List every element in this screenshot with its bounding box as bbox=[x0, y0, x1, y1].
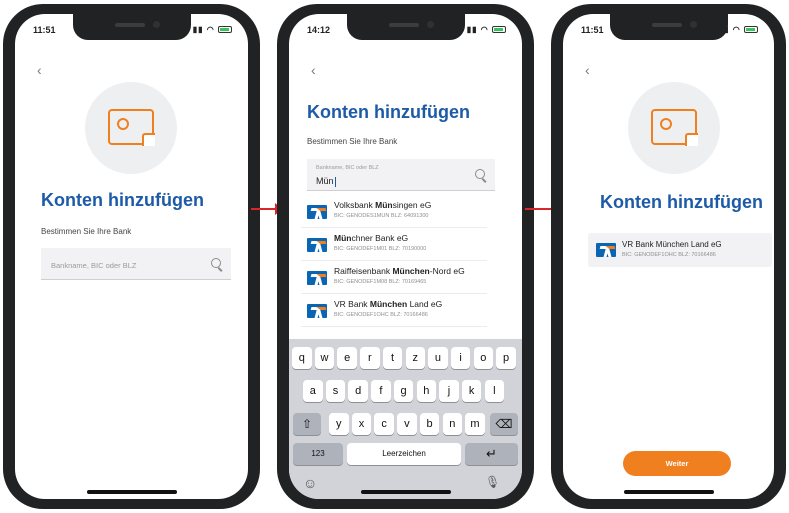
phone-frame-1: 11:51 ▮▮ ◠ ‹ Konten hinzufügen Bestimmen… bbox=[3, 4, 260, 509]
emoji-icon[interactable]: ☺ bbox=[303, 475, 317, 491]
key-k[interactable]: k bbox=[461, 380, 482, 402]
key-r[interactable]: r bbox=[360, 347, 380, 369]
phone-frame-3: 11:51 ▮▮ ◠ ‹ Konten hinzufügen VR Bank M… bbox=[551, 4, 786, 509]
card-icon-circle bbox=[85, 82, 177, 174]
home-indicator[interactable] bbox=[86, 490, 177, 494]
bank-name: VR Bank München Land eG bbox=[334, 299, 443, 309]
space-key[interactable]: Leerzeichen bbox=[347, 443, 461, 465]
key-p[interactable]: p bbox=[496, 347, 516, 369]
bank-name: Münchner Bank eG bbox=[334, 233, 409, 243]
bank-result-item[interactable]: VR Bank München Land eG BIC: GENODEF1OHC… bbox=[301, 295, 487, 327]
bank-result-item[interactable]: Münchner Bank eG BIC: GENODEF1M01 BLZ: 7… bbox=[301, 229, 487, 261]
screen-1: 11:51 ▮▮ ◠ ‹ Konten hinzufügen Bestimmen… bbox=[15, 14, 248, 499]
home-indicator[interactable] bbox=[360, 490, 451, 494]
search-icon[interactable] bbox=[211, 258, 221, 268]
shift-key[interactable]: ⇧ bbox=[293, 413, 321, 435]
page-subtitle: Bestimmen Sie Ihre Bank bbox=[307, 137, 398, 146]
card-icon-circle bbox=[628, 82, 720, 174]
search-input[interactable]: Bankname, BIC oder BLZ bbox=[41, 248, 231, 280]
microphone-icon[interactable]: 🎙 bbox=[485, 475, 500, 489]
status-time: 11:51 bbox=[581, 25, 604, 35]
search-placeholder: Bankname, BIC oder BLZ bbox=[51, 261, 137, 270]
key-h[interactable]: h bbox=[416, 380, 436, 402]
card-icon bbox=[651, 109, 698, 146]
back-button[interactable]: ‹ bbox=[37, 62, 42, 78]
key-n[interactable]: n bbox=[442, 413, 462, 435]
phone-frame-2: 14:12 ▮▮ ◠ ‹ Konten hinzufügen Bestimmen… bbox=[277, 4, 534, 509]
key-c[interactable]: c bbox=[374, 413, 394, 435]
bank-logo-icon bbox=[307, 205, 327, 219]
key-l[interactable]: l bbox=[484, 380, 505, 402]
selected-bank-card[interactable]: VR Bank München Land eG BIC: GENODEF1OHC… bbox=[588, 233, 772, 267]
battery-icon bbox=[218, 26, 232, 34]
notch bbox=[609, 14, 728, 40]
status-time: 11:51 bbox=[33, 25, 56, 35]
bank-logo-icon bbox=[596, 243, 616, 257]
bank-meta: BIC: GENODEF1M01 BLZ: 70190000 bbox=[334, 246, 427, 252]
page-title: Konten hinzufügen bbox=[600, 192, 763, 212]
bank-result-item[interactable]: Volksbank Münsingen eG BIC: GENODES1MUN … bbox=[301, 196, 487, 228]
screen-3: 11:51 ▮▮ ◠ ‹ Konten hinzufügen VR Bank M… bbox=[563, 14, 774, 499]
battery-icon bbox=[492, 26, 506, 34]
key-o[interactable]: o bbox=[473, 347, 494, 369]
key-x[interactable]: x bbox=[351, 413, 372, 435]
status-icons: ▮▮ ◠ bbox=[467, 25, 506, 34]
key-g[interactable]: g bbox=[393, 380, 414, 402]
key-v[interactable]: v bbox=[397, 413, 417, 435]
search-value: Mün bbox=[316, 176, 336, 187]
selected-bank-name: VR Bank München Land eG bbox=[622, 240, 722, 249]
status-icons: ▮▮ ◠ bbox=[193, 25, 232, 34]
key-u[interactable]: u bbox=[428, 347, 448, 369]
bank-meta: BIC: GENODEF1M08 BLZ: 70169465 bbox=[334, 279, 427, 285]
bank-logo-icon bbox=[307, 271, 327, 285]
page-title: Konten hinzufügen bbox=[41, 190, 204, 210]
key-i[interactable]: i bbox=[450, 347, 471, 369]
key-t[interactable]: t bbox=[382, 347, 403, 369]
search-input[interactable]: Bankname, BIC oder BLZ Mün bbox=[307, 159, 495, 191]
key-m[interactable]: m bbox=[465, 413, 485, 435]
home-indicator[interactable] bbox=[623, 490, 714, 494]
page-subtitle: Bestimmen Sie Ihre Bank bbox=[41, 227, 132, 236]
key-z[interactable]: z bbox=[405, 347, 425, 369]
key-w[interactable]: w bbox=[314, 347, 335, 369]
weiter-button[interactable]: Weiter bbox=[623, 451, 731, 476]
search-icon[interactable] bbox=[475, 169, 485, 179]
notch bbox=[346, 14, 465, 40]
battery-icon bbox=[744, 26, 758, 34]
bank-name: Volksbank Münsingen eG bbox=[334, 200, 432, 210]
bank-meta: BIC: GENODEF1OHC BLZ: 70166486 bbox=[334, 312, 428, 318]
notch bbox=[72, 14, 191, 40]
key-s[interactable]: s bbox=[325, 380, 346, 402]
bank-name: Raiffeisenbank München-Nord eG bbox=[334, 266, 465, 276]
return-key[interactable]: ↵ bbox=[465, 443, 518, 465]
key-j[interactable]: j bbox=[439, 380, 459, 402]
key-d[interactable]: d bbox=[348, 380, 368, 402]
key-y[interactable]: y bbox=[329, 413, 349, 435]
key-e[interactable]: e bbox=[337, 347, 357, 369]
screen-2: 14:12 ▮▮ ◠ ‹ Konten hinzufügen Bestimmen… bbox=[289, 14, 522, 499]
key-a[interactable]: a bbox=[303, 380, 323, 402]
bank-logo-icon bbox=[307, 238, 327, 252]
page-title: Konten hinzufügen bbox=[307, 102, 470, 122]
bank-meta: BIC: GENODES1MUN BLZ: 64091300 bbox=[334, 213, 429, 219]
numbers-key[interactable]: 123 bbox=[293, 443, 343, 465]
key-f[interactable]: f bbox=[371, 380, 391, 402]
key-b[interactable]: b bbox=[419, 413, 440, 435]
back-button[interactable]: ‹ bbox=[585, 62, 590, 78]
onscreen-keyboard: qwertzuiop asdfghjkl yxcvbnm ⇧ ⌫ 123 Lee… bbox=[289, 339, 522, 499]
card-icon bbox=[108, 109, 155, 146]
key-q[interactable]: q bbox=[292, 347, 312, 369]
back-button[interactable]: ‹ bbox=[311, 62, 316, 78]
selected-bank-meta: BIC: GENODEF1OHC BLZ: 70166486 bbox=[622, 252, 716, 258]
search-label: Bankname, BIC oder BLZ bbox=[316, 165, 379, 171]
status-time: 14:12 bbox=[307, 25, 331, 35]
bank-logo-icon bbox=[307, 304, 327, 318]
delete-key[interactable]: ⌫ bbox=[490, 413, 518, 435]
bank-result-item[interactable]: Raiffeisenbank München-Nord eG BIC: GENO… bbox=[301, 262, 487, 294]
